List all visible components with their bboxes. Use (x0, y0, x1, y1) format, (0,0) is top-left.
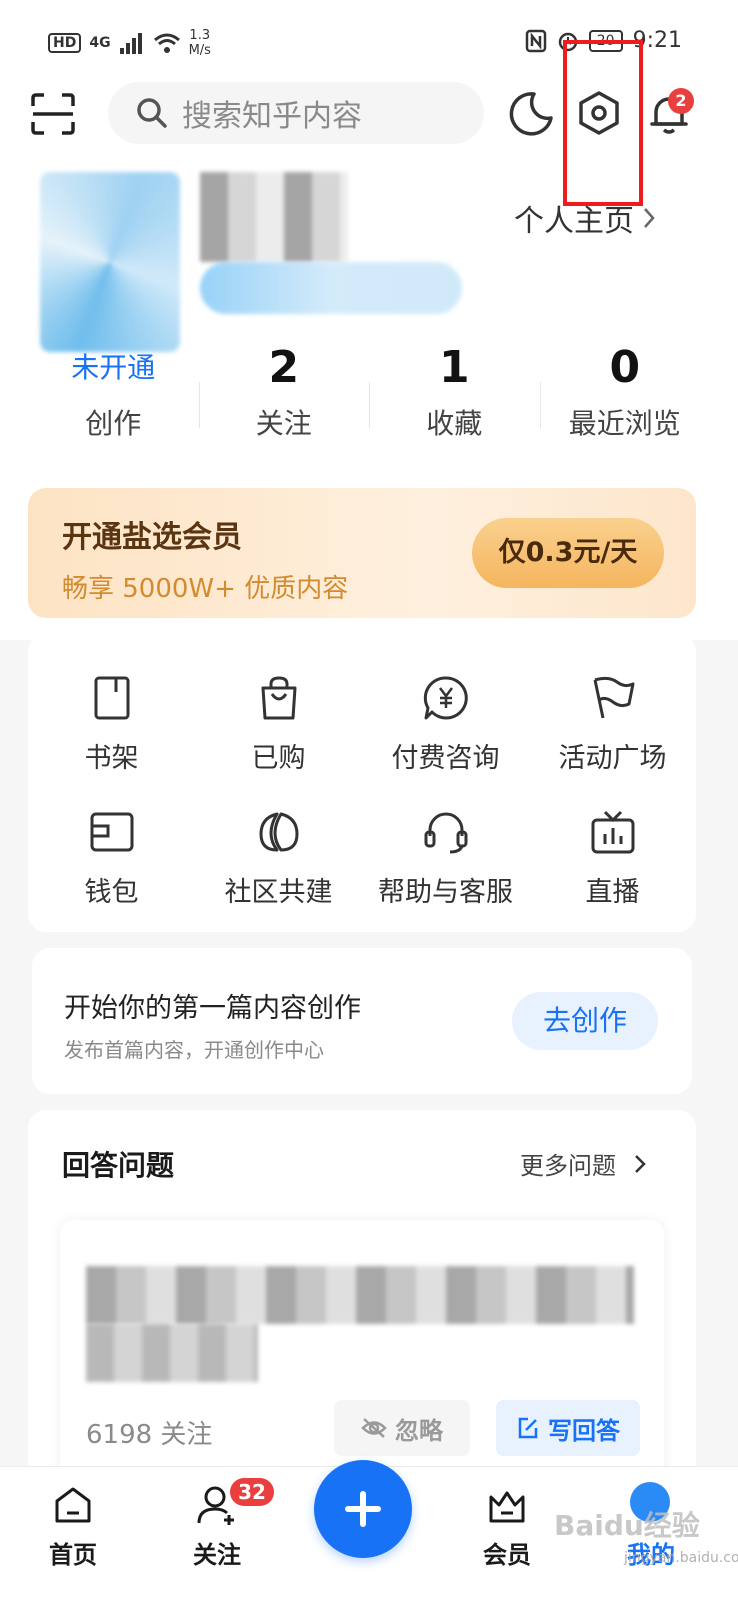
write-answer-label: 写回答 (548, 1416, 620, 1445)
vip-price-button[interactable]: 仅0.3元/天 (472, 518, 664, 588)
paid-consult-icon (423, 676, 468, 720)
signal-icon (119, 33, 142, 54)
service-purchased[interactable]: 已购 (195, 674, 362, 775)
wifi-icon (153, 33, 180, 53)
service-paid-consult[interactable]: 付费咨询 (362, 674, 529, 775)
nav-label: 关注 (193, 1541, 241, 1569)
bookshelf-icon (94, 676, 129, 720)
headset-icon (424, 812, 467, 854)
vip-title: 开通盐选会员 (62, 520, 242, 555)
stat-value: 0 (609, 342, 641, 393)
more-questions-link[interactable]: 更多问题 (520, 1146, 646, 1181)
plus-icon (345, 1491, 381, 1527)
community-icon (259, 812, 298, 852)
user-tag-blurred (200, 262, 462, 314)
service-help[interactable]: 帮助与客服 (362, 808, 529, 909)
search-placeholder: 搜索知乎内容 (182, 99, 362, 134)
service-label: 帮助与客服 (378, 877, 513, 908)
home-icon (55, 1487, 91, 1523)
eye-hidden-icon (361, 1418, 387, 1438)
stat-label: 最近浏览 (568, 407, 681, 440)
publish-fab[interactable] (314, 1460, 412, 1558)
flag-icon (593, 676, 634, 719)
nav-home[interactable]: 首页 (18, 1483, 128, 1570)
stat-creation[interactable]: 未开通 创作 (28, 338, 199, 444)
stat-label: 收藏 (426, 407, 483, 440)
answer-questions-card: 回答问题 更多问题 6198 关注 忽略 写回答 (28, 1110, 696, 1490)
service-live[interactable]: 直播 (529, 808, 696, 909)
edit-icon (518, 1417, 538, 1439)
notification-badge: 2 (668, 88, 694, 114)
go-create-button[interactable]: 去创作 (512, 992, 658, 1050)
chevron-right-icon (635, 1154, 646, 1173)
avatar[interactable] (40, 172, 180, 352)
watermark-url: jingyan.baidu.com (624, 1550, 738, 1566)
search-icon (137, 98, 167, 128)
create-content-card: 开始你的第一篇内容创作 发布首篇内容，开通创作中心 去创作 (32, 948, 692, 1094)
service-label: 直播 (585, 877, 640, 908)
chevron-right-icon (644, 208, 655, 228)
profile-home-label: 个人主页 (514, 204, 634, 239)
services-grid: 书架 已购 付费咨询 活动广场 钱包 社区共建 帮助与客服 直播 (28, 634, 696, 932)
ignore-button[interactable]: 忽略 (334, 1400, 470, 1456)
stat-value: 2 (268, 342, 300, 393)
nav-label: 首页 (49, 1541, 97, 1569)
question-item[interactable]: 6198 关注 忽略 写回答 (60, 1220, 664, 1490)
service-wallet[interactable]: 钱包 (28, 808, 195, 909)
live-tv-icon (591, 810, 634, 854)
answer-section-title: 回答问题 (62, 1149, 175, 1182)
question-title-blurred (86, 1324, 258, 1382)
vip-banner[interactable]: 开通盐选会员 畅享 5000W+ 优质内容 仅0.3元/天 (28, 488, 696, 618)
hd-indicator: HD (48, 33, 82, 53)
service-community[interactable]: 社区共建 (195, 808, 362, 909)
nav-vip[interactable]: 会员 (452, 1483, 562, 1570)
nfc-icon (525, 29, 547, 52)
dark-mode-moon-icon[interactable] (506, 88, 556, 138)
stat-value: 1 (438, 342, 470, 393)
shopping-bag-icon (261, 676, 296, 720)
vip-subtitle: 畅享 5000W+ 优质内容 (62, 574, 349, 604)
network-speed: 1.3 M/s (188, 28, 211, 58)
scan-icon[interactable] (30, 92, 76, 136)
nav-label: 会员 (483, 1541, 531, 1569)
service-label: 社区共建 (224, 877, 333, 908)
service-bookshelf[interactable]: 书架 (28, 674, 195, 775)
stat-label: 关注 (255, 407, 312, 440)
stat-following[interactable]: 2 关注 (198, 338, 370, 444)
stats-row: 未开通 创作 2 关注 1 收藏 0 最近浏览 (28, 338, 710, 444)
annotation-highlight-box (563, 40, 643, 206)
stat-label: 创作 (85, 407, 142, 440)
service-label: 付费咨询 (391, 743, 500, 774)
more-questions-label: 更多问题 (520, 1152, 616, 1180)
stat-value: 未开通 (71, 351, 156, 384)
stat-recent[interactable]: 0 最近浏览 (539, 338, 711, 444)
username-blurred (200, 172, 348, 262)
service-activity[interactable]: 活动广场 (529, 674, 696, 775)
create-subtitle: 发布首篇内容，开通创作中心 (64, 1038, 324, 1062)
follow-badge: 32 (230, 1478, 274, 1506)
search-box[interactable]: 搜索知乎内容 (108, 82, 484, 144)
profile-home-link[interactable]: 个人主页 (514, 196, 656, 240)
crown-box-icon (489, 1491, 525, 1523)
service-label: 钱包 (84, 877, 139, 908)
network-type: 4G (89, 35, 111, 51)
question-follower-count: 6198 关注 (86, 1420, 213, 1450)
ignore-label: 忽略 (395, 1416, 443, 1445)
create-title: 开始你的第一篇内容创作 (64, 993, 361, 1024)
stat-favorites[interactable]: 1 收藏 (369, 338, 540, 444)
service-label: 书架 (84, 743, 139, 774)
service-label: 已购 (251, 743, 306, 774)
write-answer-button[interactable]: 写回答 (496, 1400, 640, 1456)
watermark-brand: Baidu经验 (554, 1509, 700, 1542)
service-label: 活动广场 (558, 743, 667, 774)
question-title-blurred (86, 1266, 634, 1324)
wallet-icon (90, 812, 133, 852)
